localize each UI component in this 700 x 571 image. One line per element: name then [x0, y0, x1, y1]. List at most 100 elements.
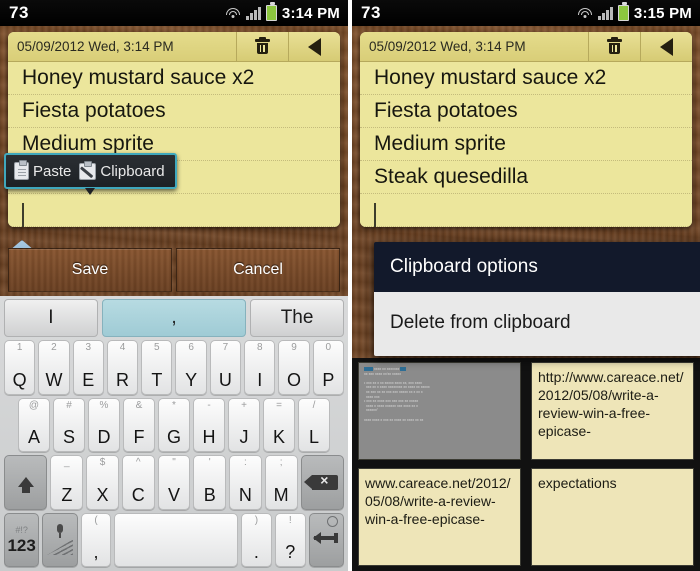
- key-alt-label: ^: [135, 457, 141, 468]
- note-header: 05/09/2012 Wed, 3:14 PM: [360, 32, 692, 62]
- save-button[interactable]: Save: [8, 248, 172, 292]
- key-label: S: [62, 427, 75, 447]
- key-q[interactable]: 1Q: [4, 340, 36, 395]
- note-body[interactable]: Honey mustard sauce x2 Fiesta potatoes M…: [8, 62, 340, 227]
- voice-input-key[interactable]: [42, 512, 78, 567]
- key-o[interactable]: 9O: [278, 340, 310, 395]
- key-k[interactable]: = K: [263, 397, 295, 452]
- shift-up-arrow-icon: [17, 477, 34, 494]
- key-s[interactable]: # S: [53, 397, 85, 452]
- enter-key[interactable]: [308, 512, 345, 567]
- note-line[interactable]: Honey mustard sauce x2: [8, 62, 340, 95]
- key-alt-label: 0: [325, 342, 332, 353]
- clipboard-icon: [14, 160, 29, 180]
- note-line[interactable]: Medium sprite: [360, 128, 692, 161]
- wifi-icon: [577, 7, 593, 20]
- symbols-key[interactable]: #!? 123: [4, 512, 40, 567]
- note-card: 05/09/2012 Wed, 3:14 PM Honey mustard sa…: [360, 32, 692, 227]
- clipboard-option[interactable]: Clipboard: [79, 160, 165, 180]
- suggestion-item[interactable]: I: [4, 299, 98, 337]
- key-label: ?: [285, 542, 296, 562]
- note-line[interactable]: Steak quesedilla: [360, 161, 692, 194]
- key-label: J: [239, 427, 249, 447]
- key-c[interactable]: ^ C: [121, 455, 155, 510]
- key-alt-label: #: [66, 399, 72, 411]
- key-m[interactable]: ; M: [264, 455, 298, 510]
- keyboard-row-2: @ A # S % D & F * G -H + J = K / L: [2, 397, 346, 452]
- paste-option[interactable]: Paste: [14, 160, 71, 180]
- note-line[interactable]: [8, 194, 340, 227]
- key-label: Q: [12, 369, 27, 390]
- clipboard-card[interactable]: xxxxx xxxx xx xxxxxxx xxx xx xxx xxxx xx…: [358, 362, 521, 460]
- key-e[interactable]: 3E: [72, 340, 104, 395]
- clipboard-card[interactable]: www.careace.net/2012/05/08/write-a-revie…: [358, 468, 521, 566]
- key-label: N: [238, 484, 252, 505]
- wifi-icon: [225, 7, 241, 20]
- note-line[interactable]: Fiesta potatoes: [360, 95, 692, 128]
- key-r[interactable]: 4R: [106, 340, 139, 395]
- key-label: X: [96, 484, 109, 505]
- key-p[interactable]: 0P: [312, 340, 344, 395]
- key-y[interactable]: 6Y: [175, 340, 207, 395]
- note-body[interactable]: Honey mustard sauce x2 Fiesta potatoes M…: [360, 62, 692, 227]
- battery-icon: [265, 2, 277, 21]
- question-key[interactable]: !?: [274, 512, 306, 567]
- key-h[interactable]: -H: [193, 397, 225, 452]
- key-label: I: [257, 369, 263, 390]
- period-key[interactable]: ).: [240, 512, 272, 567]
- key-n[interactable]: :N: [229, 455, 262, 510]
- key-a[interactable]: @ A: [18, 397, 50, 452]
- back-button[interactable]: [288, 32, 340, 61]
- comma-key[interactable]: (,: [80, 512, 112, 567]
- key-label: ,: [93, 542, 99, 562]
- key-label: M: [273, 484, 289, 505]
- suggestion-item[interactable]: The: [250, 299, 344, 337]
- key-g[interactable]: * G: [158, 397, 190, 452]
- key-label: P: [322, 369, 335, 390]
- shift-key[interactable]: [4, 455, 48, 510]
- note-line[interactable]: [360, 194, 692, 227]
- keyboard-row-1: 1Q 2W 3E 4R 5T 6Y 7U 8I 9O 0P: [2, 340, 346, 395]
- status-bar-time: 3:14 PM: [281, 4, 340, 22]
- paste-clipboard-popup[interactable]: Paste Clipboard: [4, 153, 177, 195]
- key-alt-label: *: [172, 399, 176, 411]
- suggestion-item[interactable]: ,: [101, 299, 247, 337]
- key-l[interactable]: / L: [298, 397, 330, 452]
- key-u[interactable]: 7U: [209, 340, 242, 395]
- key-alt-label: ): [254, 514, 259, 526]
- key-x[interactable]: $ X: [86, 455, 119, 510]
- key-alt-label: +: [241, 399, 247, 411]
- delete-note-button[interactable]: [236, 32, 288, 61]
- key-w[interactable]: 2W: [38, 340, 70, 395]
- cancel-button[interactable]: Cancel: [176, 248, 340, 292]
- key-label: O: [287, 369, 302, 390]
- key-label: Z: [61, 484, 73, 505]
- key-alt-label: -: [207, 399, 211, 411]
- note-line[interactable]: Honey mustard sauce x2: [360, 62, 692, 95]
- key-j[interactable]: + J: [228, 397, 260, 452]
- status-bar-left-label: 73: [361, 3, 381, 22]
- backspace-key[interactable]: [300, 455, 344, 510]
- key-i[interactable]: 8I: [244, 340, 276, 395]
- delete-from-clipboard-item[interactable]: Delete from clipboard: [374, 292, 700, 356]
- text-caret: [22, 203, 24, 227]
- key-z[interactable]: _ Z: [50, 455, 84, 510]
- note-line[interactable]: Fiesta potatoes: [8, 95, 340, 128]
- keyboard-row-3: _ Z $ X ^ C " V ' B :N ; M: [2, 455, 346, 510]
- clipboard-card[interactable]: expectations: [531, 468, 694, 566]
- key-alt-label: /: [312, 399, 316, 411]
- key-f[interactable]: & F: [123, 397, 155, 452]
- key-alt-label: 4: [119, 342, 126, 353]
- emoji-icon: [327, 515, 339, 527]
- clipboard-card[interactable]: http://www.careace.net/2012/05/08/write-…: [531, 362, 694, 460]
- key-alt-label: 7: [222, 342, 229, 353]
- space-key[interactable]: [114, 512, 238, 567]
- delete-note-button[interactable]: [588, 32, 640, 61]
- key-d[interactable]: % D: [88, 397, 120, 452]
- key-v[interactable]: " V: [157, 455, 191, 510]
- key-alt-label: 6: [188, 342, 194, 353]
- back-button[interactable]: [640, 32, 692, 61]
- key-b[interactable]: ' B: [193, 455, 227, 510]
- key-label: F: [133, 427, 145, 447]
- key-t[interactable]: 5T: [141, 340, 173, 395]
